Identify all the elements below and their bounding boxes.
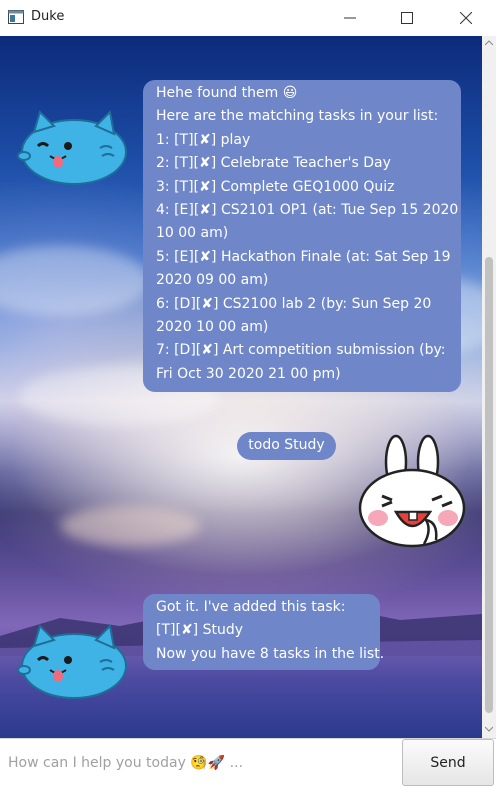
duke-avatar-icon: [17, 109, 127, 185]
scrollbar-thumb[interactable]: [485, 257, 493, 713]
app-icon: [8, 10, 24, 24]
message-line: 6: [D][✘] CS2100 lab 2 (by: Sun Sep 20: [156, 295, 432, 312]
title-bar: Duke: [0, 0, 496, 36]
vertical-scrollbar[interactable]: [482, 36, 496, 738]
message-line: Fri Oct 30 2020 21 00 pm): [156, 365, 341, 382]
close-icon: [460, 12, 472, 24]
message-line: 2020 09 00 am): [156, 272, 269, 289]
message-line: 4: [E][✘] CS2101 OP1 (at: Tue Sep 15 202…: [156, 202, 459, 219]
duke-message-bubble: Got it. I've added this task: [T][✘] Stu…: [143, 594, 385, 670]
message-line: 1: [T][✘] play: [156, 131, 251, 148]
scroll-up-icon[interactable]: [485, 40, 493, 46]
message-line: 3: [T][✘] Complete GEQ1000 Quiz: [156, 178, 395, 195]
message-line: Hehe found them 😃: [156, 85, 298, 101]
user-avatar-icon: [358, 434, 466, 548]
message-line: 5: [E][✘] Hackathon Finale (at: Sat Sep …: [156, 248, 451, 265]
background-cloud: [60, 506, 200, 546]
message-input[interactable]: [0, 739, 400, 786]
message-line: Here are the matching tasks in your list…: [156, 108, 439, 125]
chat-scroll-pane[interactable]: Hehe found them 😃 Here are the matching …: [0, 36, 482, 738]
message-line: Now you have 8 tasks in the list.: [156, 645, 385, 662]
duke-message-bubble: Hehe found them 😃 Here are the matching …: [143, 80, 461, 392]
minimize-button[interactable]: [327, 0, 373, 36]
window-title: Duke: [31, 9, 65, 24]
message-line: Got it. I've added this task:: [156, 599, 346, 615]
send-button[interactable]: Send: [402, 739, 494, 786]
message-line: 2020 10 00 am): [156, 319, 269, 336]
maximize-button[interactable]: [384, 0, 430, 36]
user-message-bubble: todo Study: [237, 432, 336, 460]
message-line: 7: [D][✘] Art competition submission (by…: [156, 342, 446, 359]
message-line: [T][✘] Study: [156, 622, 244, 639]
background-cloud: [0, 246, 150, 316]
input-bar: Send: [0, 738, 496, 788]
scroll-down-icon[interactable]: [485, 726, 493, 732]
minimize-icon: [344, 17, 356, 19]
maximize-icon: [401, 12, 413, 24]
message-line: 10 00 am): [156, 225, 229, 242]
duke-avatar-icon: [17, 623, 127, 699]
message-line: 2: [T][✘] Celebrate Teacher's Day: [156, 155, 391, 172]
close-button[interactable]: [443, 0, 489, 36]
